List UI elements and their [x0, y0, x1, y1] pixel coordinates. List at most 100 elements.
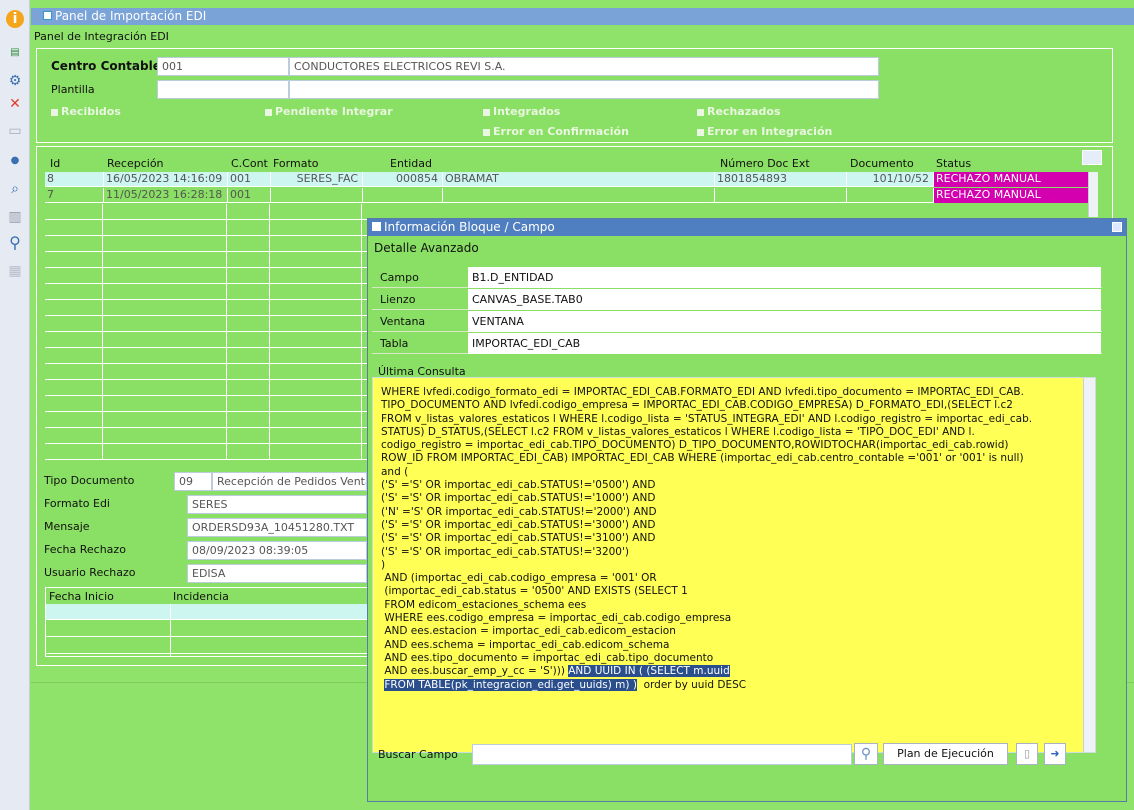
tabla-value[interactable]: IMPORTAC_EDI_CAB	[468, 333, 1101, 354]
ventana-label: Ventana	[380, 315, 426, 328]
cell-status: RECHAZO MANUAL	[933, 172, 1088, 187]
sql-highlight-1: AND UUID IN ( (SELECT m.uuid	[568, 665, 730, 678]
col-ccont: C.Cont	[231, 157, 268, 170]
dialog-title: Información Bloque / Campo	[384, 220, 555, 234]
sql-main: WHERE lvfedi.codigo_formato_edi = IMPORT…	[381, 386, 1033, 678]
centro-code-field[interactable]: 001	[157, 57, 289, 76]
window-titlebar: Panel de Importación EDI	[31, 8, 1134, 25]
table-row[interactable]: 7 11/05/2023 16:28:18 001 RECHAZO MANUAL	[45, 188, 1088, 203]
search-icon[interactable]: ⚲	[854, 743, 878, 765]
campo-label: Campo	[380, 271, 419, 284]
lienzo-value[interactable]: CANVAS_BASE.TAB0	[468, 289, 1101, 310]
formato-label: Formato Edi	[44, 497, 110, 510]
document-icon[interactable]: ▯	[1016, 743, 1038, 765]
cell-recepcion: 11/05/2023 16:28:18	[103, 188, 227, 203]
incidencia-row[interactable]	[46, 621, 380, 637]
sql-scrollbar[interactable]	[1083, 378, 1095, 752]
col-entidad: Entidad	[390, 157, 432, 170]
tabla-row: Tabla IMPORTAC_EDI_CAB	[372, 333, 1102, 354]
cell-formato: SERES_FAC	[270, 172, 362, 187]
cell-entidad-name	[442, 188, 714, 203]
mensaje-label: Mensaje	[44, 520, 90, 533]
tipo-doc-desc-field[interactable]: Recepción de Pedidos Ventas	[212, 472, 367, 491]
table-row[interactable]: 8 16/05/2023 14:16:09 001 SERES_FAC 0008…	[45, 172, 1088, 187]
filter-recibidos[interactable]: Recibidos	[51, 105, 121, 118]
grid-col-line	[45, 204, 103, 460]
filter-pendiente[interactable]: Pendiente Integrar	[265, 105, 393, 118]
grid-col-line	[270, 204, 362, 460]
cell-documento	[846, 188, 933, 203]
dialog-info-table: Campo B1.D_ENTIDAD Lienzo CANVAS_BASE.TAB0…	[372, 267, 1102, 355]
dialog-subtitle: Detalle Avanzado	[374, 241, 479, 255]
cell-entidad-code: 000854	[362, 172, 442, 187]
close-icon[interactable]	[1112, 222, 1122, 232]
lienzo-label: Lienzo	[380, 293, 416, 306]
tipo-doc-code-field[interactable]: 09	[174, 472, 212, 491]
col-documento: Documento	[850, 157, 914, 170]
incidencia-row[interactable]	[46, 638, 380, 654]
campo-row: Campo B1.D_ENTIDAD	[372, 267, 1102, 288]
cell-ccont: 001	[227, 172, 270, 187]
filter-integrados[interactable]: Integrados	[483, 105, 560, 118]
info-dialog: Información Bloque / Campo Detalle Avanz…	[367, 218, 1127, 802]
cell-status: RECHAZO MANUAL	[933, 188, 1088, 203]
plantilla-code-field[interactable]	[157, 80, 289, 99]
chart-icon[interactable]: ▥	[6, 208, 24, 226]
sql-highlight-2: FROM TABLE(pk_integracion_edi.get_uuids)…	[384, 678, 637, 691]
fecha-rechazo-field[interactable]: 08/09/2023 08:39:05	[187, 541, 367, 560]
buscar-campo-label: Buscar Campo	[378, 748, 458, 761]
filter-rechazados[interactable]: Rechazados	[697, 105, 781, 118]
cell-ccont: 001	[227, 188, 270, 203]
col-id: Id	[50, 157, 61, 170]
formato-field[interactable]: SERES	[187, 495, 367, 514]
info-icon[interactable]: i	[6, 10, 24, 28]
col-recepcion: Recepción	[107, 157, 164, 170]
cell-numdoc	[714, 188, 846, 203]
document-icon[interactable]: ▭	[6, 122, 24, 140]
ventana-value[interactable]: VENTANA	[468, 311, 1101, 332]
plantilla-name-field[interactable]	[289, 80, 879, 99]
gears-icon[interactable]: ⚙	[6, 72, 24, 90]
left-toolbar: i ▤ ⚙ ✕ ▭ ● ⌕ ▥ ⚲ ▦	[0, 0, 30, 810]
window-title: Panel de Importación EDI	[55, 9, 207, 23]
cell-entidad-code	[362, 188, 442, 203]
plan-ejecucion-button[interactable]: Plan de Ejecución	[883, 743, 1008, 765]
usuario-rechazo-field[interactable]: EDISA	[187, 564, 367, 583]
campo-value[interactable]: B1.D_ENTIDAD	[468, 267, 1101, 288]
centro-label: Centro Contable	[51, 59, 161, 73]
tipo-doc-label: Tipo Documento	[44, 474, 135, 487]
dot-icon[interactable]: ●	[6, 152, 24, 170]
col-fecha-inicio: Fecha Inicio	[49, 590, 114, 603]
select-all-icon[interactable]	[1082, 150, 1102, 165]
search-icon[interactable]: ⚲	[6, 234, 24, 252]
tabla-label: Tabla	[380, 337, 409, 350]
incidencias-col-line	[170, 604, 171, 656]
usuario-rechazo-label: Usuario Rechazo	[44, 566, 136, 579]
exit-icon[interactable]: ➜	[1044, 743, 1066, 765]
sql-text: WHERE lvfedi.codigo_formato_edi = IMPORT…	[381, 386, 1071, 692]
cell-numdoc: 1801854893	[714, 172, 846, 187]
col-incidencia: Incidencia	[173, 590, 229, 603]
incidencia-row[interactable]	[46, 604, 380, 620]
filter-error-confirmacion[interactable]: Error en Confirmación	[483, 125, 629, 138]
buscar-campo-input[interactable]	[472, 744, 852, 765]
import-icon[interactable]: ▤	[6, 44, 24, 62]
dialog-titlebar: Información Bloque / Campo	[368, 219, 1126, 236]
grid-icon[interactable]: ▦	[6, 262, 24, 280]
mensaje-field[interactable]: ORDERSD93A_10451280.TXT	[187, 518, 367, 537]
centro-name-field[interactable]: CONDUCTORES ELECTRICOS REVI S.A.	[289, 57, 879, 76]
zoom-icon[interactable]: ⌕	[6, 180, 24, 198]
col-status: Status	[936, 157, 972, 170]
lienzo-row: Lienzo CANVAS_BASE.TAB0	[372, 289, 1102, 310]
cell-entidad-name: OBRAMAT	[442, 172, 714, 187]
cell-recepcion: 16/05/2023 14:16:09	[103, 172, 227, 187]
sql-textarea[interactable]: WHERE lvfedi.codigo_formato_edi = IMPORT…	[372, 377, 1096, 753]
cell-formato	[270, 188, 362, 203]
filter-error-integracion[interactable]: Error en Integración	[697, 125, 832, 138]
window-icon	[43, 11, 52, 20]
cell-id: 8	[47, 172, 54, 185]
cell-documento: 101/10/52	[846, 172, 933, 187]
grid-scrollbar[interactable]	[1088, 172, 1098, 217]
plantilla-label: Plantilla	[51, 83, 95, 96]
delete-icon[interactable]: ✕	[6, 95, 24, 113]
